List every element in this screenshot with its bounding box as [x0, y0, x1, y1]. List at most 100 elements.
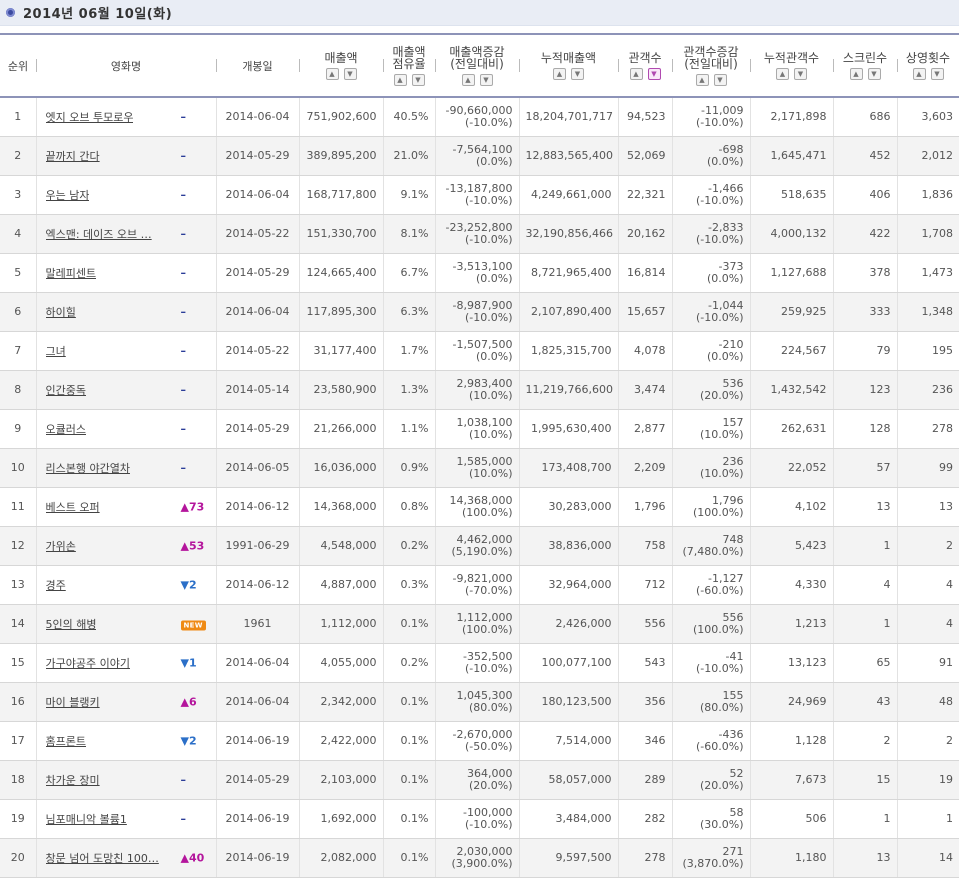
sales-change-value: -3,513,100	[452, 259, 513, 273]
rank-change-same: –	[180, 110, 187, 124]
sort-asc-icon[interactable]: ▲	[695, 73, 709, 86]
rank-change: –	[181, 773, 187, 786]
movie-title-link[interactable]: 가구야공주 이야기	[46, 655, 130, 671]
movie-title-link[interactable]: 마이 블랭키	[46, 694, 100, 710]
cum-sales-cell: 180,123,500	[519, 682, 619, 722]
movie-title-link[interactable]: 끝까지 간다	[46, 148, 100, 164]
sort-asc-icon[interactable]: ▲	[629, 67, 643, 80]
sales-cell: 23,580,900	[299, 370, 384, 410]
showings-cell: 19	[897, 760, 959, 800]
movie-title-link[interactable]: 5인의 해병	[46, 616, 97, 632]
cum-sales-cell: 11,219,766,600	[519, 370, 619, 410]
sales-change-pct: (0.0%)	[475, 271, 513, 285]
sales-change-value: -100,000	[463, 805, 513, 819]
table-row: 10 리스본행 야간열차 – 2014-06-05 16,036,000 0.9…	[0, 448, 959, 488]
sort-asc-icon[interactable]: ▲	[325, 67, 339, 80]
sales-change-cell: 2,983,400 (10.0%)	[435, 370, 520, 410]
sales-change-cell: 1,038,100 (10.0%)	[435, 409, 520, 449]
sort-asc-icon[interactable]: ▲	[393, 73, 407, 86]
cum-audience-cell: 1,180	[750, 838, 834, 878]
aud-change-cell: -2,833 (-10.0%)	[672, 214, 751, 254]
movie-title-link[interactable]: 그녀	[46, 343, 66, 359]
rank-cell: 17	[0, 721, 37, 761]
sales-change-value: 1,112,000	[456, 610, 513, 624]
sort-asc-icon[interactable]: ▲	[461, 73, 475, 86]
movie-title-link[interactable]: 엑스맨: 데이즈 오브 …	[46, 226, 152, 242]
movie-title-link[interactable]: 창문 넘어 도망친 100…	[46, 850, 159, 866]
sales-change-pct: (100.0%)	[461, 622, 513, 636]
cum-sales-cell: 1,825,315,700	[519, 331, 619, 371]
sort-asc-icon[interactable]: ▲	[849, 67, 863, 80]
share-cell: 0.1%	[383, 604, 436, 644]
movie-title-link[interactable]: 차가운 장미	[46, 772, 100, 788]
sort-desc-icon[interactable]: ▼	[867, 67, 881, 80]
sort-desc-icon[interactable]: ▼	[713, 73, 727, 86]
screens-cell: 57	[833, 448, 898, 488]
screens-cell: 422	[833, 214, 898, 254]
table-row: 20 창문 넘어 도망친 100… ▲40 2014-06-19 2,082,0…	[0, 838, 959, 878]
rank-change: ▼1	[181, 656, 197, 669]
sales-change-cell: 14,368,000 (100.0%)	[435, 487, 520, 527]
sales-change-pct: (-10.0%)	[465, 310, 513, 324]
open-date-cell: 1961	[216, 604, 300, 644]
sort-asc-icon[interactable]: ▲	[912, 67, 926, 80]
aud-change-cell: 1,796 (100.0%)	[672, 487, 751, 527]
open-date-cell: 2014-06-04	[216, 292, 300, 332]
aud-change-cell: -1,466 (-10.0%)	[672, 175, 751, 215]
sales-change-cell: 2,030,000 (3,900.0%)	[435, 838, 520, 878]
col-open-date: 개봉일	[216, 33, 299, 98]
sort-asc-icon[interactable]: ▲	[776, 67, 789, 80]
showings-cell: 14	[897, 838, 959, 878]
movie-title-link[interactable]: 하이힐	[46, 304, 76, 320]
col-sales-change: 매출액증감 (전일대비) ▲ ▼	[435, 33, 519, 98]
movie-title-link[interactable]: 오큘러스	[46, 421, 86, 437]
movie-title-link[interactable]: 엣지 오브 투모로우	[46, 109, 134, 125]
rank-change: –	[181, 305, 187, 318]
movie-title-link[interactable]: 인간중독	[46, 382, 86, 398]
aud-change-cell: 236 (10.0%)	[672, 448, 751, 488]
share-cell: 0.1%	[383, 760, 436, 800]
rank-change: ▲40	[181, 851, 205, 864]
sort-desc-icon-active[interactable]: ▼	[647, 67, 661, 80]
aud-change-value: 155	[722, 688, 744, 702]
sort-desc-icon[interactable]: ▼	[794, 67, 807, 80]
screens-cell: 378	[833, 253, 898, 293]
sort-desc-icon[interactable]: ▼	[571, 67, 584, 80]
table-row: 6 하이힐 – 2014-06-04 117,895,300 6.3% -8,9…	[0, 292, 959, 332]
table-header-row: 순위 영화명 개봉일 매출액 ▲ ▼ 매출액 점유율 ▲ ▼ 매출액증감 (전일대비) …	[0, 33, 959, 98]
sort-asc-icon[interactable]: ▲	[553, 67, 566, 80]
sort-desc-icon[interactable]: ▼	[930, 67, 944, 80]
title-cell: 우는 남자 –	[36, 175, 217, 215]
title-cell: 엑스맨: 데이즈 오브 … –	[36, 214, 217, 254]
audience-cell: 3,474	[618, 370, 673, 410]
movie-title-link[interactable]: 베스트 오퍼	[46, 499, 100, 515]
movie-title-link[interactable]: 경주	[46, 577, 66, 593]
movie-title-link[interactable]: 님포매니악 볼륨1	[46, 811, 127, 827]
audience-cell: 356	[618, 682, 673, 722]
sort-desc-icon[interactable]: ▼	[343, 67, 357, 80]
aud-change-value: 748	[722, 532, 744, 546]
movie-title-link[interactable]: 리스본행 야간열차	[46, 460, 130, 476]
table-row: 13 경주 ▼2 2014-06-12 4,887,000 0.3% -9,82…	[0, 565, 959, 605]
title-cell: 하이힐 –	[36, 292, 217, 332]
showings-cell: 236	[897, 370, 959, 410]
aud-change-value: 271	[722, 844, 744, 858]
sales-cell: 1,112,000	[299, 604, 384, 644]
showings-cell: 13	[897, 487, 959, 527]
aud-change-cell: 271 (3,870.0%)	[672, 838, 751, 878]
sort-desc-icon[interactable]: ▼	[479, 73, 493, 86]
movie-title-link[interactable]: 가위손	[46, 538, 76, 554]
sales-cell: 124,665,400	[299, 253, 384, 293]
movie-title-link[interactable]: 홈프론트	[46, 733, 86, 749]
rank-change: –	[181, 422, 187, 435]
sales-change-value: 1,038,100	[456, 415, 513, 429]
audience-cell: 22,321	[618, 175, 673, 215]
movie-title-link[interactable]: 우는 남자	[46, 187, 90, 203]
aud-change-value: -373	[718, 259, 744, 273]
movie-title-link[interactable]: 말레피센트	[46, 265, 97, 281]
cum-audience-cell: 4,330	[750, 565, 834, 605]
page-title: 2014년 06월 10일(화)	[23, 7, 173, 22]
title-cell: 가위손 ▲53	[36, 526, 217, 566]
sales-change-cell: -2,670,000 (-50.0%)	[435, 721, 520, 761]
sort-desc-icon[interactable]: ▼	[411, 73, 425, 86]
